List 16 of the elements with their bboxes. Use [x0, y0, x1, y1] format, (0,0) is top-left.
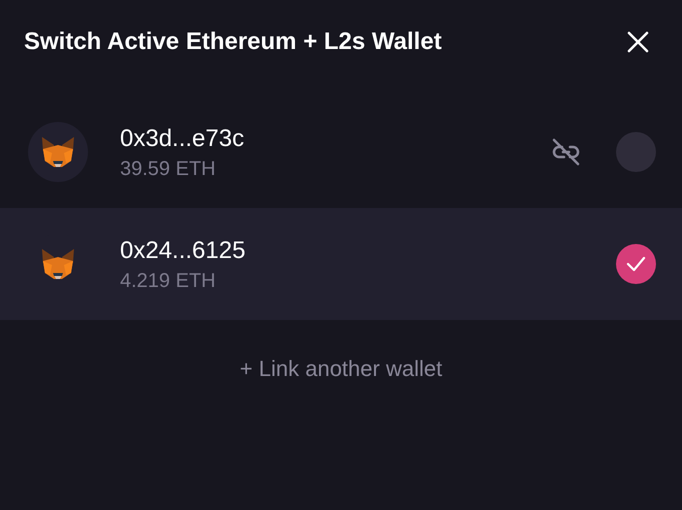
wallet-address: 0x3d...e73c: [120, 124, 246, 154]
wallet-balance: 4.219 ETH: [120, 269, 217, 293]
link-wallet-button[interactable]: + Link another wallet: [240, 352, 442, 385]
check-icon: [626, 256, 646, 272]
selection-radio[interactable]: [616, 132, 656, 172]
unlink-button[interactable]: [550, 136, 582, 168]
close-icon: [626, 30, 650, 54]
wallet-row[interactable]: 0x24...6125 4.219 ETH: [0, 208, 682, 320]
fox-icon: [40, 135, 76, 169]
unlink-icon: [550, 136, 582, 168]
dialog-title: Switch Active Ethereum + L2s Wallet: [24, 27, 442, 57]
fox-icon: [40, 247, 76, 281]
wallet-balance: 39.59 ETH: [120, 157, 217, 181]
close-button[interactable]: [626, 30, 650, 54]
selection-radio[interactable]: [616, 244, 656, 284]
wallet-address: 0x24...6125: [120, 236, 246, 266]
